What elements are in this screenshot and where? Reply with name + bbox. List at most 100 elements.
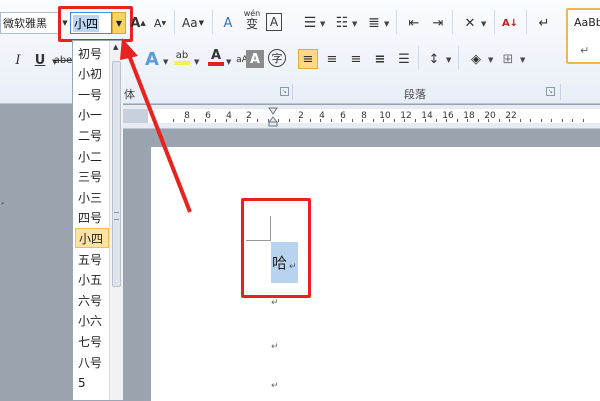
multilevel-dropdown-icon[interactable]: ▼ (384, 20, 389, 28)
ruler-tick (519, 119, 521, 122)
underline-button[interactable]: U (30, 50, 50, 70)
show-marks-button[interactable]: ↵ (534, 13, 554, 33)
ruler-tick (572, 119, 573, 122)
ruler-tick (551, 119, 552, 122)
phonetic-guide-button[interactable]: wén 变 (242, 9, 262, 31)
font-color-button[interactable]: A (206, 48, 226, 68)
ruler-tick (173, 119, 174, 122)
shrink-font-icon: A (153, 16, 162, 30)
paragraph-dialog-launcher-icon[interactable]: ↘ (546, 87, 555, 96)
font-size-option[interactable]: 小初 (75, 64, 109, 84)
font-size-option[interactable]: 四号 (75, 208, 109, 228)
ruler-tick-label: 8 (184, 111, 190, 121)
shading-button[interactable]: ◈ (466, 49, 486, 69)
shading-dropdown-icon[interactable]: ▼ (488, 56, 493, 64)
line-spacing-button[interactable]: ↕ (424, 49, 444, 69)
divider (396, 10, 397, 34)
divider (452, 10, 453, 34)
font-size-option[interactable]: 小四 (75, 228, 109, 249)
divider (458, 46, 459, 70)
font-dialog-launcher-icon[interactable]: ↘ (280, 87, 289, 96)
decrease-indent-button[interactable]: ⇤ (404, 13, 424, 33)
font-size-option[interactable]: 一号 (75, 84, 109, 104)
font-name-box[interactable]: 微软雅黑 (0, 12, 60, 34)
ruler-tick-label: 12 (400, 111, 412, 121)
chinese-layout-dropdown-icon[interactable]: ▼ (481, 20, 486, 28)
justify-button[interactable]: ≡ (370, 49, 390, 69)
font-size-option[interactable]: 三号 (75, 167, 109, 187)
highlight-label: ab (175, 50, 189, 61)
indent-marker-icon[interactable] (268, 107, 278, 127)
borders-button[interactable]: ⊞ (498, 49, 518, 69)
bullets-button[interactable]: ☰ (300, 13, 320, 33)
italic-button[interactable]: I (8, 50, 28, 70)
ruler-tick (393, 119, 395, 122)
distributed-button[interactable]: ☰ (394, 49, 414, 69)
increase-indent-button[interactable]: ⇥ (428, 13, 448, 33)
font-size-option[interactable]: 二号 (75, 125, 109, 145)
change-case-button[interactable]: Aa ▼ (180, 13, 206, 33)
multilevel-list-icon: ≣ (368, 15, 380, 31)
font-size-option[interactable]: 小二 (75, 146, 109, 166)
character-border-button[interactable]: A (266, 13, 282, 31)
increase-indent-icon: ⇥ (432, 15, 444, 31)
font-size-option[interactable]: 小五 (75, 270, 109, 290)
font-color-swatch (208, 62, 224, 66)
phonetic-char: 变 (245, 17, 258, 31)
font-group-label: 体 (124, 88, 135, 101)
document-page[interactable] (151, 147, 600, 401)
style-normal-tile[interactable]: AaBb ↵ (566, 8, 600, 64)
highlight-dropdown-icon[interactable]: ▼ (194, 58, 199, 66)
scroll-thumb[interactable] (112, 61, 121, 287)
font-size-option[interactable]: 五号 (75, 249, 109, 269)
align-right-button[interactable]: ≡ (346, 49, 366, 69)
font-size-option[interactable]: 小一 (75, 105, 109, 125)
line-spacing-dropdown-icon[interactable]: ▼ (446, 56, 451, 64)
chinese-layout-button[interactable]: ✕ (460, 13, 480, 33)
grow-font-button[interactable]: A ▲ (128, 13, 148, 33)
font-color-dropdown-icon[interactable]: ▼ (226, 58, 231, 66)
scroll-up-icon[interactable]: ▲ (113, 43, 118, 51)
font-size-option[interactable]: 六号 (75, 290, 109, 310)
multilevel-list-button[interactable]: ≣ (364, 13, 384, 33)
ruler-tick-label: 16 (442, 111, 454, 121)
char-shading-button[interactable]: A (246, 50, 264, 68)
paragraph-group-label: 段落 (404, 88, 426, 101)
sort-button[interactable]: A↓ (500, 13, 520, 33)
numbering-dropdown-icon[interactable]: ▼ (352, 20, 357, 28)
align-left-button[interactable]: ≡ (298, 49, 318, 69)
bullets-dropdown-icon[interactable]: ▼ (320, 20, 325, 28)
text-effect-dropdown-icon[interactable]: ▼ (163, 58, 168, 66)
font-name-value: 微软雅黑 (3, 17, 47, 30)
align-center-button[interactable]: ≡ (322, 49, 342, 69)
text-effect-button[interactable]: A (141, 48, 163, 70)
list-scrollbar[interactable]: ▲ (109, 41, 123, 400)
font-size-option[interactable]: 八号 (75, 352, 109, 372)
ruler-tick (414, 119, 416, 122)
strikethrough-button[interactable]: abe (54, 50, 73, 70)
font-size-option[interactable]: 小六 (75, 311, 109, 331)
ruler-tick (540, 119, 542, 122)
ruler-tick-label: 4 (226, 111, 232, 121)
grow-font-icon: A (130, 15, 141, 31)
ruler-tick (456, 119, 458, 122)
red-highlight-font-size (58, 6, 133, 42)
enclose-char-button[interactable]: 字 (268, 49, 286, 67)
borders-dropdown-icon[interactable]: ▼ (520, 56, 525, 64)
font-size-option[interactable]: 初号 (75, 43, 109, 63)
numbering-button[interactable]: ☷ (332, 13, 352, 33)
ruler-tick (225, 119, 227, 122)
align-center-icon: ≡ (326, 51, 338, 67)
clear-format-button[interactable]: A (218, 13, 238, 33)
decrease-indent-icon: ⇤ (408, 15, 420, 31)
font-size-option[interactable]: 七号 (75, 331, 109, 351)
font-size-option[interactable]: 5 (75, 373, 109, 393)
shrink-font-button[interactable]: A ▼ (150, 13, 170, 33)
align-right-icon: ≡ (350, 51, 362, 67)
divider (494, 10, 495, 34)
font-size-dropdown-list[interactable]: 初号 小初 一号 小一 二号 小二 三号 小三 四号 小四 五号 小五 六号 小六 七号 八号 5 ▲ (72, 40, 123, 401)
horizontal-ruler[interactable]: 8 6 4 2 2 4 6 8 10 12 14 16 18 20 22 (123, 105, 600, 129)
font-size-option[interactable]: 小三 (75, 187, 109, 207)
highlight-button[interactable]: ab (172, 48, 192, 68)
ruler-tick (509, 119, 510, 122)
